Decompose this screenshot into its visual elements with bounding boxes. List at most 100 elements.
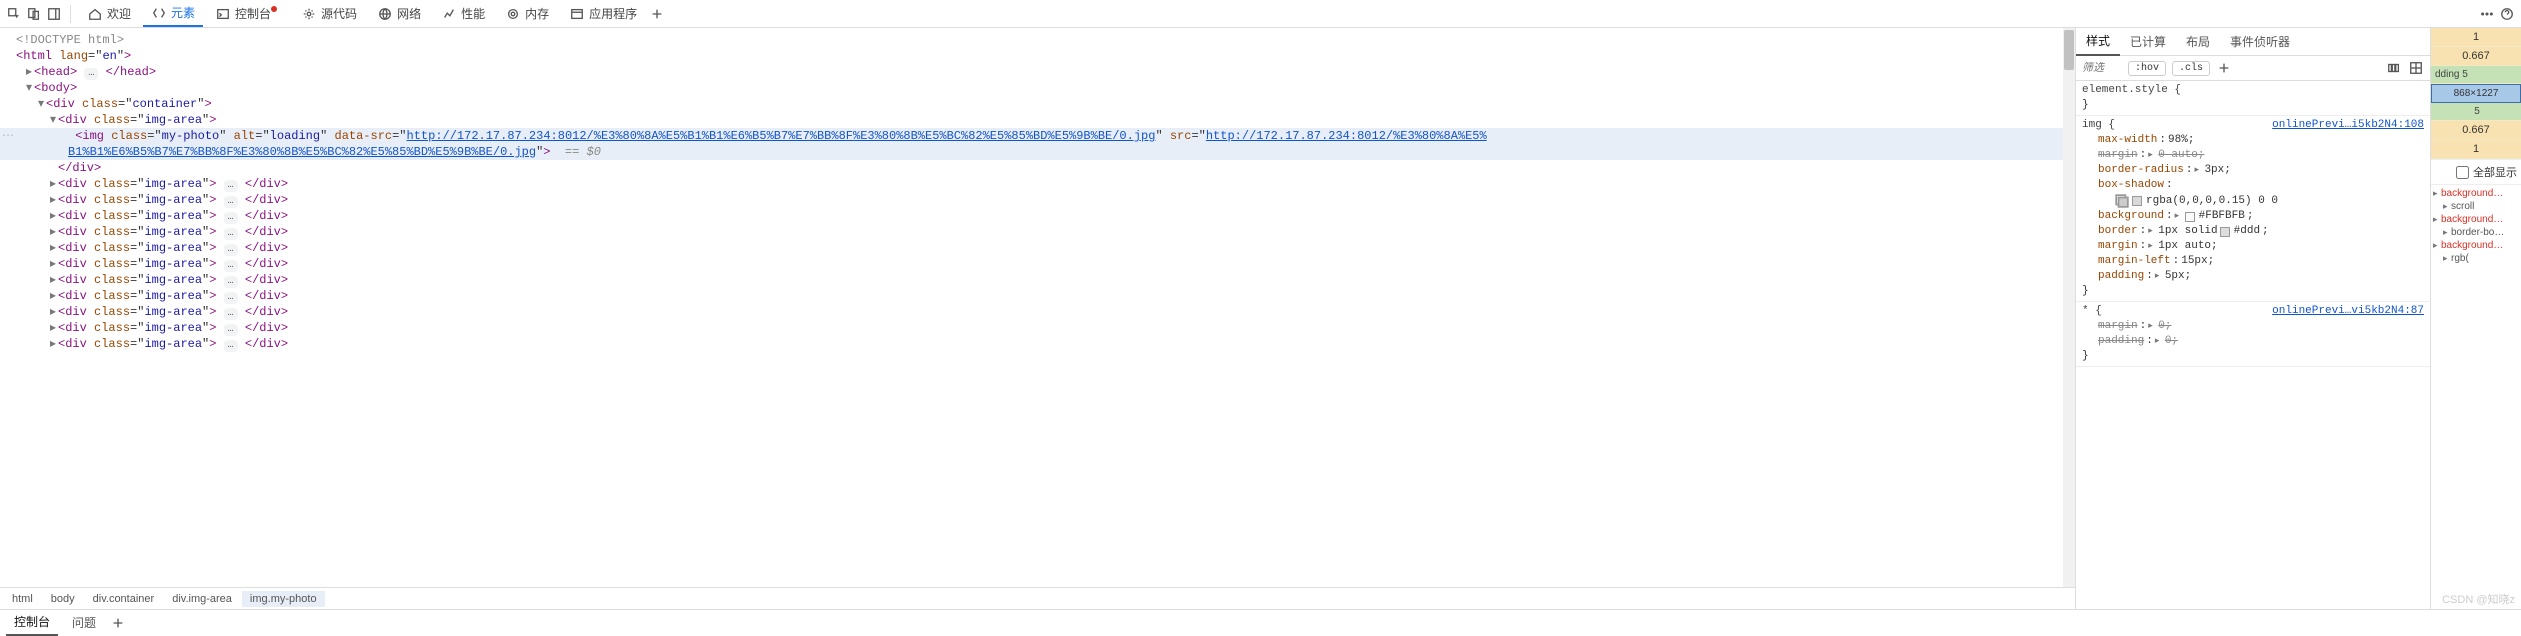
metric-border[interactable]: 0.667: [2431, 121, 2521, 140]
styles-tab-styles[interactable]: 样式: [2076, 27, 2120, 56]
dom-node[interactable]: ▸<div class="img-area"> … </div>: [0, 240, 2075, 256]
styles-filter-input[interactable]: [2082, 62, 2122, 74]
metric-border[interactable]: 0.667: [2431, 47, 2521, 66]
toggle-icon[interactable]: ▸: [48, 240, 58, 256]
computed-prop[interactable]: background…: [2441, 240, 2503, 251]
flex-icon[interactable]: [2386, 60, 2402, 76]
styles-tab-layout[interactable]: 布局: [2176, 28, 2220, 55]
ellipsis-pill[interactable]: …: [224, 340, 238, 352]
drawer-tab-console[interactable]: 控制台: [6, 609, 58, 636]
toggle-icon[interactable]: ▸: [48, 272, 58, 288]
shadow-editor-icon[interactable]: [2114, 193, 2130, 209]
dom-tree[interactable]: <!DOCTYPE html> <html lang="en"> ▸<head>…: [0, 28, 2075, 587]
toggle-icon[interactable]: ▸: [48, 304, 58, 320]
dom-node[interactable]: ▸<div class="img-area"> … </div>: [0, 224, 2075, 240]
crumb-img[interactable]: img.my-photo: [242, 591, 325, 607]
toggle-icon[interactable]: ▸: [48, 320, 58, 336]
dom-node[interactable]: ▸<div class="img-area"> … </div>: [0, 176, 2075, 192]
tab-elements[interactable]: 元素: [143, 0, 203, 27]
scrollbar-vertical[interactable]: [2063, 28, 2075, 587]
dom-node[interactable]: ▸<div class="img-area"> … </div>: [0, 272, 2075, 288]
toggle-icon[interactable]: ▾: [48, 112, 58, 128]
computed-prop[interactable]: background…: [2441, 188, 2503, 199]
dom-node[interactable]: ▸<div class="img-area"> … </div>: [0, 320, 2075, 336]
crumb-imgarea[interactable]: div.img-area: [164, 591, 240, 607]
rule-element-style[interactable]: element.style { }: [2076, 81, 2430, 116]
dom-node[interactable]: ▸<div class="img-area"> … </div>: [0, 288, 2075, 304]
drawer-tab-issues[interactable]: 问题: [64, 610, 104, 635]
metric-padding-label[interactable]: dding 5: [2431, 66, 2521, 84]
rule-img[interactable]: img {onlinePrevi…i5kb2N4:108 max-width: …: [2076, 116, 2430, 302]
toggle-icon[interactable]: ▸: [48, 256, 58, 272]
show-all-toggle[interactable]: 全部显示: [2431, 159, 2521, 185]
ellipsis-pill[interactable]: …: [224, 324, 238, 336]
dom-node[interactable]: ▸<div class="img-area"> … </div>: [0, 208, 2075, 224]
computed-prop[interactable]: background…: [2441, 214, 2503, 225]
dom-node[interactable]: ▸<div class="img-area"> … </div>: [0, 256, 2075, 272]
tab-label: 控制台: [235, 5, 271, 22]
crumb-body[interactable]: body: [43, 591, 83, 607]
metrics-panel: 1 0.667 dding 5 868×1227 5 0.667 1 全部显示 …: [2431, 28, 2521, 609]
toggle-icon[interactable]: ▸: [48, 208, 58, 224]
color-swatch[interactable]: [2220, 227, 2230, 237]
tab-welcome[interactable]: 欢迎: [79, 1, 139, 26]
styles-panel: 样式 已计算 布局 事件侦听器 :hov .cls element.style …: [2076, 28, 2431, 609]
metric-dimensions[interactable]: 868×1227: [2431, 84, 2521, 103]
grid-icon[interactable]: [2408, 60, 2424, 76]
rule-star[interactable]: * {onlinePrevi…vi5kb2N4:87 margin:▸0; pa…: [2076, 302, 2430, 367]
ellipsis-pill[interactable]: …: [224, 196, 238, 208]
dom-node[interactable]: ▸<div class="img-area"> … </div>: [0, 304, 2075, 320]
add-drawer-tab-icon[interactable]: [110, 615, 126, 631]
tab-console[interactable]: 控制台: [207, 1, 289, 26]
ellipsis-pill[interactable]: …: [224, 180, 238, 192]
hov-toggle[interactable]: :hov: [2128, 61, 2166, 76]
help-icon[interactable]: [2499, 6, 2515, 22]
crumb-container[interactable]: div.container: [85, 591, 163, 607]
toggle-icon[interactable]: ▸: [24, 64, 34, 80]
ellipsis-pill[interactable]: …: [224, 244, 238, 256]
toggle-icon[interactable]: ▾: [24, 80, 34, 96]
rule-source-link[interactable]: onlinePrevi…vi5kb2N4:87: [2272, 305, 2424, 317]
ellipsis-pill[interactable]: …: [224, 276, 238, 288]
tab-sources[interactable]: 源代码: [293, 1, 365, 26]
toggle-icon[interactable]: ▸: [48, 224, 58, 240]
scrollbar-thumb[interactable]: [2064, 30, 2074, 70]
doctype: <!DOCTYPE html>: [16, 33, 124, 47]
new-rule-icon[interactable]: [2216, 60, 2232, 76]
toggle-icon[interactable]: ▸: [48, 192, 58, 208]
add-tab-icon[interactable]: [649, 6, 665, 22]
ellipsis-pill[interactable]: …: [224, 228, 238, 240]
selected-element[interactable]: ⋯ <img class="my-photo" alt="loading" da…: [0, 128, 2075, 144]
cls-toggle[interactable]: .cls: [2172, 61, 2210, 76]
toggle-icon[interactable]: ▸: [48, 336, 58, 352]
metric-margin[interactable]: 1: [2431, 28, 2521, 47]
toggle-icon[interactable]: ▸: [48, 176, 58, 192]
tab-performance[interactable]: 性能: [433, 1, 493, 26]
tab-label: 源代码: [321, 5, 357, 22]
color-swatch[interactable]: [2132, 196, 2142, 206]
device-toggle-icon[interactable]: [26, 6, 42, 22]
inspect-element-icon[interactable]: [6, 6, 22, 22]
tab-network[interactable]: 网络: [369, 1, 429, 26]
toggle-icon[interactable]: ▸: [48, 288, 58, 304]
ellipsis-pill[interactable]: …: [224, 308, 238, 320]
styles-tab-listeners[interactable]: 事件侦听器: [2220, 28, 2300, 55]
dom-node[interactable]: ▸<div class="img-area"> … </div>: [0, 192, 2075, 208]
ellipsis-pill[interactable]: …: [84, 68, 98, 80]
more-icon[interactable]: [2479, 6, 2495, 22]
crumb-html[interactable]: html: [4, 591, 41, 607]
ellipsis-pill[interactable]: …: [224, 212, 238, 224]
metric-padding[interactable]: 5: [2431, 103, 2521, 121]
dom-node[interactable]: ▸<div class="img-area"> … </div>: [0, 336, 2075, 352]
styles-tab-computed[interactable]: 已计算: [2120, 28, 2176, 55]
color-swatch[interactable]: [2185, 212, 2195, 222]
ellipsis-pill[interactable]: …: [224, 260, 238, 272]
ellipsis-pill[interactable]: …: [224, 292, 238, 304]
tab-memory[interactable]: 内存: [497, 1, 557, 26]
toggle-icon[interactable]: ▾: [36, 96, 46, 112]
metric-margin[interactable]: 1: [2431, 140, 2521, 159]
tab-application[interactable]: 应用程序: [561, 1, 645, 26]
dock-icon[interactable]: [46, 6, 62, 22]
show-all-checkbox[interactable]: [2456, 166, 2469, 179]
rule-source-link[interactable]: onlinePrevi…i5kb2N4:108: [2272, 119, 2424, 131]
